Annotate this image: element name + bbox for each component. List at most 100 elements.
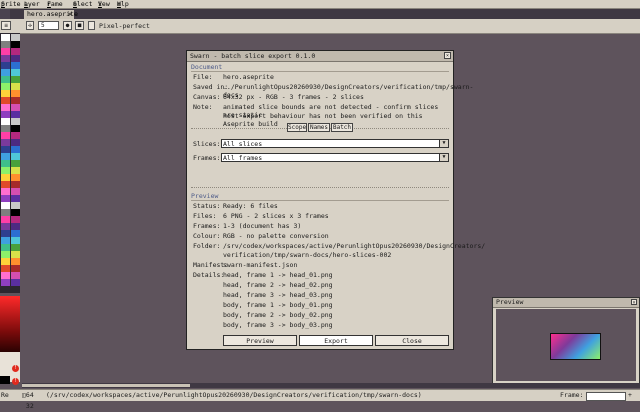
palette-swatch[interactable] (11, 160, 20, 167)
zoom-input[interactable]: 5 (38, 21, 59, 30)
palette-swatch[interactable] (11, 167, 20, 174)
palette-swatch[interactable] (1, 272, 10, 279)
palette-swatch[interactable] (1, 237, 10, 244)
palette-swatch[interactable] (1, 244, 10, 251)
palette-swatch[interactable] (11, 195, 20, 202)
palette-swatch[interactable] (11, 244, 20, 251)
palette-swatch[interactable] (11, 251, 20, 258)
pixel-perfect-checkbox[interactable] (88, 21, 95, 30)
warning-icon[interactable]: ! (12, 365, 19, 372)
palette-swatch[interactable] (1, 41, 10, 48)
close-icon[interactable]: × (68, 10, 72, 19)
palette-swatch[interactable] (11, 97, 20, 104)
palette-swatch[interactable] (1, 195, 10, 202)
palette-swatch[interactable] (1, 146, 10, 153)
palette-swatch[interactable] (1, 111, 10, 118)
palette-swatch[interactable] (1, 34, 10, 41)
close-button[interactable]: Close (375, 335, 449, 346)
palette-swatch[interactable] (1, 62, 10, 69)
tab-scroll-left[interactable] (0, 9, 10, 19)
close-icon[interactable]: × (631, 299, 637, 306)
menu-icon[interactable]: ≡ (1, 21, 11, 30)
palette-swatch[interactable] (11, 265, 20, 272)
palette-swatch[interactable] (1, 104, 10, 111)
frames-dropdown[interactable]: All frames ▼ (221, 153, 449, 162)
palette-swatch[interactable] (11, 104, 20, 111)
palette-swatch[interactable] (11, 55, 20, 62)
tab-batch[interactable]: Batch (331, 123, 353, 132)
tab-scope[interactable]: Scope (287, 123, 307, 132)
palette-swatch[interactable] (1, 48, 10, 55)
palette-swatch[interactable] (1, 55, 10, 62)
dialog-titlebar[interactable]: Swarn - batch slice export 0.1.0 × (187, 51, 453, 62)
palette-swatch[interactable] (1, 69, 10, 76)
foreground-swatch[interactable] (0, 376, 10, 384)
palette-swatch[interactable] (1, 181, 10, 188)
palette-swatch[interactable] (11, 181, 20, 188)
palette-swatch[interactable] (11, 237, 20, 244)
preview-button[interactable]: Preview (223, 335, 297, 346)
palette-swatch[interactable] (1, 279, 10, 286)
palette-swatch[interactable] (1, 153, 10, 160)
warning-icon[interactable]: ! (12, 378, 19, 385)
palette-swatch[interactable] (1, 90, 10, 97)
palette-swatch[interactable] (1, 202, 10, 209)
palette-swatch[interactable] (11, 48, 20, 55)
palette-swatch[interactable] (11, 139, 20, 146)
frame-add-icon[interactable]: + (628, 390, 632, 401)
palette-swatch[interactable] (11, 258, 20, 265)
palette-swatch[interactable] (11, 188, 20, 195)
scrollbar-thumb[interactable] (22, 384, 190, 387)
palette-swatch[interactable] (11, 146, 20, 153)
palette-swatch[interactable] (11, 111, 20, 118)
palette-swatch[interactable] (11, 62, 20, 69)
tab-names[interactable]: Names (308, 123, 330, 132)
palette-swatch[interactable] (11, 230, 20, 237)
palette-swatch[interactable] (1, 83, 10, 90)
palette-swatch[interactable] (1, 167, 10, 174)
palette-swatch[interactable] (1, 230, 10, 237)
color-picker-field[interactable] (0, 296, 20, 356)
palette-swatch[interactable] (11, 202, 20, 209)
palette-swatch[interactable] (1, 265, 10, 272)
preview-titlebar[interactable]: Preview × (493, 298, 639, 308)
palette-swatch[interactable] (1, 139, 10, 146)
palette-swatch[interactable] (11, 174, 20, 181)
palette-swatch[interactable] (1, 125, 10, 132)
palette-swatch[interactable] (1, 118, 10, 125)
palette-swatch[interactable] (11, 90, 20, 97)
palette-swatch[interactable] (11, 76, 20, 83)
person-icon[interactable]: ● (63, 21, 72, 30)
palette-swatch[interactable] (1, 258, 10, 265)
palette-swatch[interactable] (11, 153, 20, 160)
palette-swatch[interactable] (1, 174, 10, 181)
palette-swatch[interactable] (11, 118, 20, 125)
preview-canvas[interactable] (496, 309, 636, 381)
palette-swatch[interactable] (1, 223, 10, 230)
palette-swatch[interactable] (11, 41, 20, 48)
move-icon[interactable]: ✣ (26, 21, 34, 30)
horizontal-scrollbar[interactable] (22, 383, 640, 388)
palette-swatch[interactable] (1, 97, 10, 104)
palette-swatch[interactable] (11, 216, 20, 223)
lock-icon[interactable]: ■ (75, 21, 84, 30)
palette-swatch[interactable] (11, 209, 20, 216)
palette-swatch[interactable] (11, 34, 20, 41)
color-palette[interactable] (0, 33, 20, 293)
palette-swatch[interactable] (1, 132, 10, 139)
export-button[interactable]: Export (299, 335, 373, 346)
palette-swatch[interactable] (11, 125, 20, 132)
tab-hero-aseprite[interactable]: hero.aseprite × (24, 10, 78, 19)
palette-swatch[interactable] (1, 216, 10, 223)
slices-dropdown[interactable]: All slices ▼ (221, 139, 449, 148)
palette-swatch[interactable] (11, 69, 20, 76)
palette-swatch[interactable] (1, 76, 10, 83)
palette-swatch[interactable] (1, 160, 10, 167)
palette-swatch[interactable] (11, 83, 20, 90)
palette-swatch[interactable] (1, 188, 10, 195)
palette-swatch[interactable] (11, 132, 20, 139)
palette-swatch[interactable] (1, 209, 10, 216)
palette-swatch[interactable] (11, 272, 20, 279)
palette-swatch[interactable] (1, 251, 10, 258)
palette-swatch[interactable] (11, 279, 20, 286)
